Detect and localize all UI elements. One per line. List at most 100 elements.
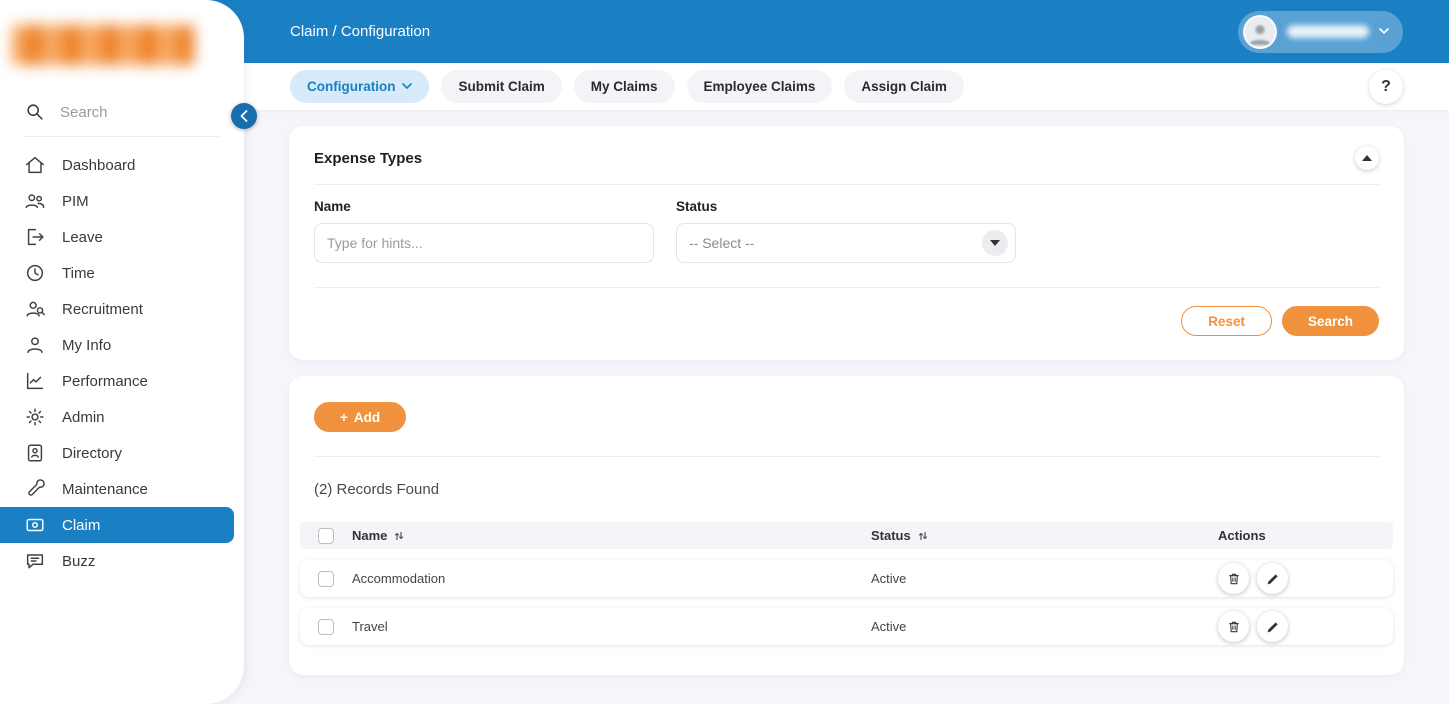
tab-label: Configuration [307, 79, 395, 94]
buzz-icon [24, 550, 46, 572]
status-field-label: Status [676, 199, 1016, 214]
table-header-row: Name Status Actions [300, 522, 1393, 549]
caret-up-icon [1362, 155, 1372, 161]
cell-status: Active [871, 571, 1218, 586]
chevron-down-icon [402, 83, 412, 90]
breadcrumb: Claim / Configuration [290, 23, 430, 40]
divider [314, 287, 1379, 288]
status-select-value: -- Select -- [689, 235, 754, 251]
sidebar-item-time[interactable]: Time [0, 255, 244, 291]
edit-button[interactable] [1257, 611, 1288, 642]
sort-icon [917, 530, 929, 542]
sidebar-item-buzz[interactable]: Buzz [0, 543, 244, 579]
sidebar-nav: Dashboard PIM Leave Time Recruitment My … [0, 147, 244, 579]
reset-button[interactable]: Reset [1181, 306, 1272, 336]
pencil-icon [1265, 571, 1281, 587]
cell-name: Accommodation [352, 571, 871, 586]
sidebar-item-label: Admin [62, 409, 105, 426]
row-checkbox[interactable] [318, 571, 334, 587]
sidebar-item-label: Time [62, 265, 95, 282]
sidebar-item-label: Buzz [62, 553, 95, 570]
sidebar-item-directory[interactable]: Directory [0, 435, 244, 471]
collapse-card-button[interactable] [1355, 146, 1379, 170]
status-select[interactable]: -- Select -- [676, 223, 1016, 263]
sidebar-item-leave[interactable]: Leave [0, 219, 244, 255]
sort-icon [393, 530, 405, 542]
main-content: Expense Types Name Status -- Select -- [244, 110, 1449, 704]
edit-button[interactable] [1257, 563, 1288, 594]
sidebar-item-recruitment[interactable]: Recruitment [0, 291, 244, 327]
page: Claim / Configuration Configuration Subm… [0, 0, 1449, 704]
expense-types-table: Name Status Actions Accommodation Active [300, 522, 1393, 645]
tab-configuration[interactable]: Configuration [290, 70, 429, 103]
cell-status: Active [871, 619, 1218, 634]
tab-assign-claim[interactable]: Assign Claim [844, 70, 964, 103]
trash-icon [1226, 619, 1242, 635]
logo-image [12, 25, 194, 65]
sidebar-item-claim[interactable]: Claim [0, 507, 234, 543]
app-logo[interactable] [12, 25, 232, 67]
sidebar: Dashboard PIM Leave Time Recruitment My … [0, 0, 244, 704]
tab-employee-claims[interactable]: Employee Claims [687, 70, 833, 103]
tab-submit-claim[interactable]: Submit Claim [441, 70, 561, 103]
sidebar-item-label: Dashboard [62, 157, 135, 174]
sidebar-search [24, 101, 219, 137]
sidebar-item-label: PIM [62, 193, 89, 210]
card-title: Expense Types [314, 150, 422, 167]
performance-icon [24, 370, 46, 392]
records-count: (2) Records Found [314, 481, 1379, 498]
divider [314, 456, 1379, 457]
tab-my-claims[interactable]: My Claims [574, 70, 675, 103]
sidebar-item-maintenance[interactable]: Maintenance [0, 471, 244, 507]
expense-types-results-card: + Add (2) Records Found Name Status [289, 376, 1404, 675]
search-icon [24, 101, 46, 123]
table-row: Travel Active [300, 608, 1393, 645]
sidebar-item-pim[interactable]: PIM [0, 183, 244, 219]
column-header-name[interactable]: Name [352, 528, 871, 543]
sidebar-item-label: Performance [62, 373, 148, 390]
divider [314, 184, 1379, 185]
row-checkbox[interactable] [318, 619, 334, 635]
search-button[interactable]: Search [1282, 306, 1379, 336]
dashboard-icon [24, 154, 46, 176]
name-input[interactable] [314, 223, 654, 263]
sidebar-search-input[interactable] [60, 104, 190, 121]
leave-icon [24, 226, 46, 248]
select-all-checkbox[interactable] [318, 528, 334, 544]
user-name [1287, 25, 1369, 38]
sidebar-item-label: Maintenance [62, 481, 148, 498]
pencil-icon [1265, 619, 1281, 635]
claim-icon [24, 514, 46, 536]
expense-types-filter-card: Expense Types Name Status -- Select -- [289, 126, 1404, 360]
delete-button[interactable] [1218, 563, 1249, 594]
sidebar-item-dashboard[interactable]: Dashboard [0, 147, 244, 183]
my-info-icon [24, 334, 46, 356]
sidebar-item-my-info[interactable]: My Info [0, 327, 244, 363]
trash-icon [1226, 571, 1242, 587]
help-button[interactable]: ? [1369, 70, 1403, 104]
plus-icon: + [340, 410, 348, 425]
sidebar-item-admin[interactable]: Admin [0, 399, 244, 435]
sidebar-item-label: Claim [62, 517, 100, 534]
user-menu[interactable] [1238, 11, 1403, 53]
add-button-label: Add [354, 410, 380, 425]
sidebar-item-performance[interactable]: Performance [0, 363, 244, 399]
sidebar-item-label: Leave [62, 229, 103, 246]
module-tabbar: Configuration Submit Claim My Claims Emp… [244, 63, 1449, 110]
delete-button[interactable] [1218, 611, 1249, 642]
sidebar-item-label: Directory [62, 445, 122, 462]
chevron-down-icon [982, 230, 1008, 256]
maintenance-icon [24, 478, 46, 500]
sidebar-item-label: Recruitment [62, 301, 143, 318]
add-button[interactable]: + Add [314, 402, 406, 432]
admin-icon [24, 406, 46, 428]
directory-icon [24, 442, 46, 464]
recruitment-icon [24, 298, 46, 320]
column-header-status[interactable]: Status [871, 528, 1218, 543]
pim-icon [24, 190, 46, 212]
chevron-left-icon [240, 110, 248, 122]
sidebar-item-label: My Info [62, 337, 111, 354]
sidebar-collapse-button[interactable] [231, 103, 257, 129]
avatar [1243, 15, 1277, 49]
name-field-label: Name [314, 199, 654, 214]
